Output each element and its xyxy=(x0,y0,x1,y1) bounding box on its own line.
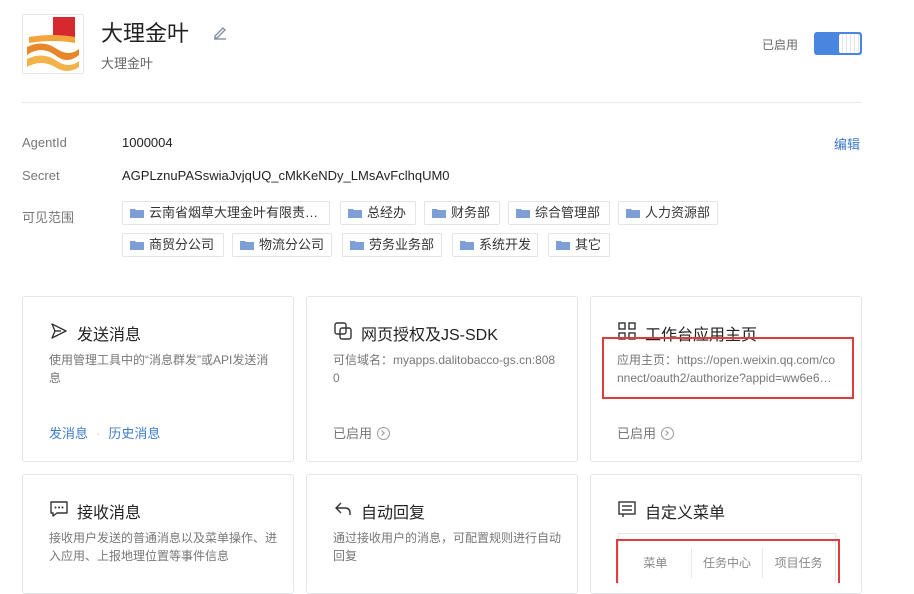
folder-icon xyxy=(130,209,144,218)
app-logo-image xyxy=(27,17,79,71)
app-status-label: 已启用 xyxy=(762,38,799,52)
agentid-label: AgentId xyxy=(22,135,67,150)
card-title: 接收消息 xyxy=(77,505,142,522)
scope-tag-label: 其它 xyxy=(575,237,602,252)
scope-tag-label: 系统开发 xyxy=(479,237,532,252)
highlight-box xyxy=(616,539,840,583)
folder-icon xyxy=(130,241,144,250)
highlight-box xyxy=(602,337,854,399)
scope-tag: 物流分公司 xyxy=(232,233,332,257)
app-enable-toggle[interactable] xyxy=(814,32,862,55)
separator: · xyxy=(96,426,101,441)
scope-tag-label: 综合管理部 xyxy=(535,205,601,220)
card-footer: 已启用 xyxy=(333,423,391,442)
scope-tag-label: 云南省烟草大理金叶有限责… xyxy=(149,205,319,220)
menu-list-icon xyxy=(618,501,636,517)
app-subtitle: 大理金叶 xyxy=(101,56,154,71)
folder-icon xyxy=(460,241,474,250)
card-description: 接收用户发送的普通消息以及菜单操作、进入应用、上报地理位置等事件信息 xyxy=(49,531,278,563)
edit-info-link[interactable]: 编辑 xyxy=(834,134,860,153)
scope-label: 可见范围 xyxy=(22,210,75,225)
reply-icon xyxy=(335,502,351,515)
message-history-link[interactable]: 历史消息 xyxy=(108,426,160,441)
folder-icon xyxy=(516,209,530,218)
folder-icon xyxy=(350,241,364,250)
app-logo xyxy=(22,14,84,74)
card-footer: 发消息 · 历史消息 xyxy=(49,423,160,442)
card-web-auth[interactable]: 网页授权及JS-SDK 可信域名：myapps.dalitobacco-gs.c… xyxy=(306,296,578,462)
scope-tag: 财务部 xyxy=(424,201,500,225)
scope-tag: 人力资源部 xyxy=(618,201,718,225)
scope-tag-label: 总经办 xyxy=(367,205,407,220)
card-title: 网页授权及JS-SDK xyxy=(361,327,498,344)
enabled-status: 已启用 xyxy=(333,426,373,441)
scope-tag: 云南省烟草大理金叶有限责… xyxy=(122,201,330,225)
send-icon xyxy=(51,323,67,339)
folder-icon xyxy=(556,241,570,250)
scope-tag: 劳务业务部 xyxy=(342,233,442,257)
card-auto-reply[interactable]: 自动回复 通过接收用户的消息，可配置规则进行自动回复 xyxy=(306,474,578,594)
card-receive-message[interactable]: 接收消息 接收用户发送的普通消息以及菜单操作、进入应用、上报地理位置等事件信息 xyxy=(22,474,294,594)
header-divider xyxy=(22,102,862,103)
send-message-link[interactable]: 发消息 xyxy=(49,426,88,441)
card-send-message: 发送消息 使用管理工具中的“消息群发”或API发送消息 发消息 · 历史消息 xyxy=(22,296,294,462)
card-title: 发送消息 xyxy=(77,327,142,344)
folder-icon xyxy=(348,209,362,218)
scope-tag: 系统开发 xyxy=(452,233,538,257)
chat-bubble-icon xyxy=(50,501,68,517)
agentid-value: 1000004 xyxy=(122,135,173,150)
scope-tag-label: 财务部 xyxy=(451,205,491,220)
folder-icon xyxy=(432,209,446,218)
card-description: 使用管理工具中的“消息群发”或API发送消息 xyxy=(49,353,269,385)
chevron-right-circle-icon[interactable] xyxy=(377,427,391,440)
scope-tag: 商贸分公司 xyxy=(122,233,224,257)
scope-tag-label: 物流分公司 xyxy=(259,237,325,252)
scope-tag-label: 人力资源部 xyxy=(645,205,711,220)
scope-tag: 其它 xyxy=(548,233,610,257)
chevron-right-circle-icon[interactable] xyxy=(661,427,675,440)
card-description: 可信域名：myapps.dalitobacco-gs.cn:8080 xyxy=(333,353,556,385)
enabled-status: 已启用 xyxy=(617,426,657,441)
app-title: 大理金叶 xyxy=(101,21,190,46)
scope-tag: 综合管理部 xyxy=(508,201,610,225)
link-squares-icon xyxy=(334,322,352,340)
scope-tag-label: 劳务业务部 xyxy=(369,237,435,252)
card-title: 自定义菜单 xyxy=(645,505,726,522)
scope-tag-label: 商贸分公司 xyxy=(149,237,215,252)
toggle-knob xyxy=(839,34,860,53)
scope-tag: 总经办 xyxy=(340,201,416,225)
secret-value: AGPLznuPASswiaJvjqUQ_cMkKeNDy_LMsAvFclhq… xyxy=(122,168,450,183)
folder-icon xyxy=(626,209,640,218)
card-title: 自动回复 xyxy=(361,505,426,522)
card-description: 通过接收用户的消息，可配置规则进行自动回复 xyxy=(333,531,562,563)
folder-icon xyxy=(240,241,254,250)
card-footer: 已启用 xyxy=(617,423,675,442)
edit-pencil-icon[interactable] xyxy=(212,24,228,40)
secret-label: Secret xyxy=(22,168,60,183)
